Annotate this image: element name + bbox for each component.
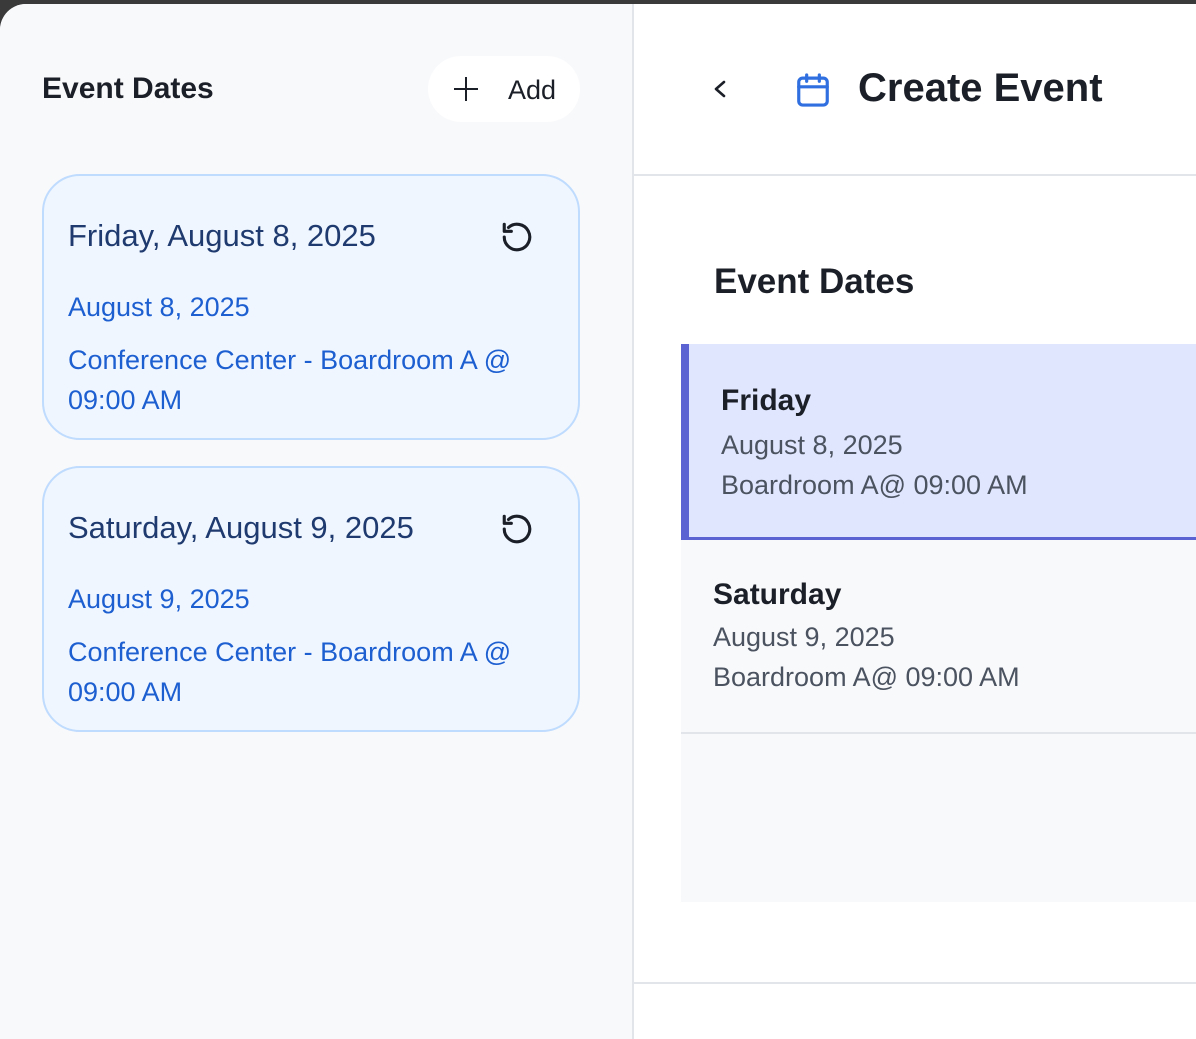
chevron-left-icon[interactable] — [708, 74, 732, 104]
plus-icon — [454, 77, 478, 101]
list-item-venue: Boardroom A@ 09:00 AM — [721, 470, 1028, 500]
calendar-icon — [797, 73, 829, 107]
list-item[interactable]: Saturday August 9, 2025 Boardroom A@ 09:… — [681, 540, 1196, 734]
add-date-button[interactable]: Add — [428, 56, 580, 122]
event-dates-list: Friday August 8, 2025 Boardroom A@ 09:00… — [681, 344, 1196, 902]
list-item-date: August 8, 2025 — [721, 430, 903, 460]
date-card[interactable]: Saturday, August 9, 2025 August 9, 2025 … — [42, 466, 580, 732]
page-header: Create Event — [634, 4, 1196, 176]
add-button-label: Add — [508, 75, 557, 105]
list-item-venue: Boardroom A@ 09:00 AM — [713, 662, 1020, 692]
date-card-venue: Conference Center - Boardroom A @ 09:00 … — [68, 345, 512, 415]
list-item-day: Saturday — [713, 578, 842, 611]
date-card-title: Friday, August 8, 2025 — [68, 218, 376, 253]
date-card[interactable]: Friday, August 8, 2025 August 8, 2025 Co… — [42, 174, 580, 440]
sidebar-title: Event Dates — [42, 72, 214, 105]
section-title: Event Dates — [714, 262, 915, 301]
create-event-panel: Create Event Event Dates Friday August 8… — [634, 4, 1196, 1039]
list-item-day: Friday — [721, 384, 812, 417]
app-window: Event Dates Add Friday, August 8, 2025 A… — [0, 4, 1196, 1039]
footer-divider — [634, 982, 1196, 984]
event-dates-sidebar: Event Dates Add Friday, August 8, 2025 A… — [0, 4, 634, 1039]
list-item-selected[interactable]: Friday August 8, 2025 Boardroom A@ 09:00… — [681, 344, 1196, 540]
date-card-date: August 8, 2025 — [68, 292, 250, 322]
date-card-date: August 9, 2025 — [68, 584, 250, 614]
date-card-venue: Conference Center - Boardroom A @ 09:00 … — [68, 637, 512, 707]
list-item-date: August 9, 2025 — [713, 622, 895, 652]
reset-icon[interactable] — [500, 220, 534, 254]
date-card-title: Saturday, August 9, 2025 — [68, 510, 414, 545]
reset-icon[interactable] — [500, 512, 534, 546]
page-title: Create Event — [858, 66, 1103, 110]
